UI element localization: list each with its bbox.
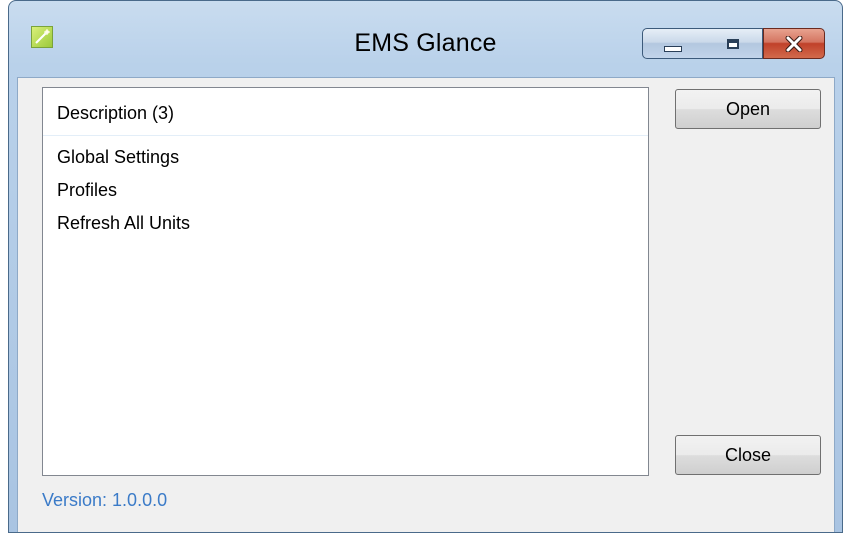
version-label: Version: 1.0.0.0 <box>42 490 168 510</box>
minimize-button[interactable] <box>642 28 704 59</box>
list-item[interactable]: Refresh All Units <box>57 212 190 245</box>
minimize-icon <box>664 45 682 52</box>
description-list[interactable]: Description (3) Global Settings Profiles… <box>42 87 649 476</box>
close-icon <box>785 35 803 52</box>
maximize-icon <box>726 38 739 49</box>
close-window-button[interactable] <box>763 28 825 59</box>
client-area: Description (3) Global Settings Profiles… <box>17 77 835 532</box>
close-button[interactable]: Close <box>675 435 821 475</box>
column-header[interactable]: Description (3) <box>43 88 648 136</box>
list-item[interactable]: Global Settings <box>57 146 190 179</box>
list-item[interactable]: Profiles <box>57 179 190 212</box>
list-items: Global Settings Profiles Refresh All Uni… <box>57 146 190 245</box>
column-header-label: Description (3) <box>57 103 175 123</box>
maximize-button[interactable] <box>703 28 763 59</box>
open-button[interactable]: Open <box>675 89 821 129</box>
title-bar[interactable]: EMS Glance <box>9 1 842 79</box>
app-window: EMS Glance Description (3) Global Settin… <box>8 0 843 533</box>
